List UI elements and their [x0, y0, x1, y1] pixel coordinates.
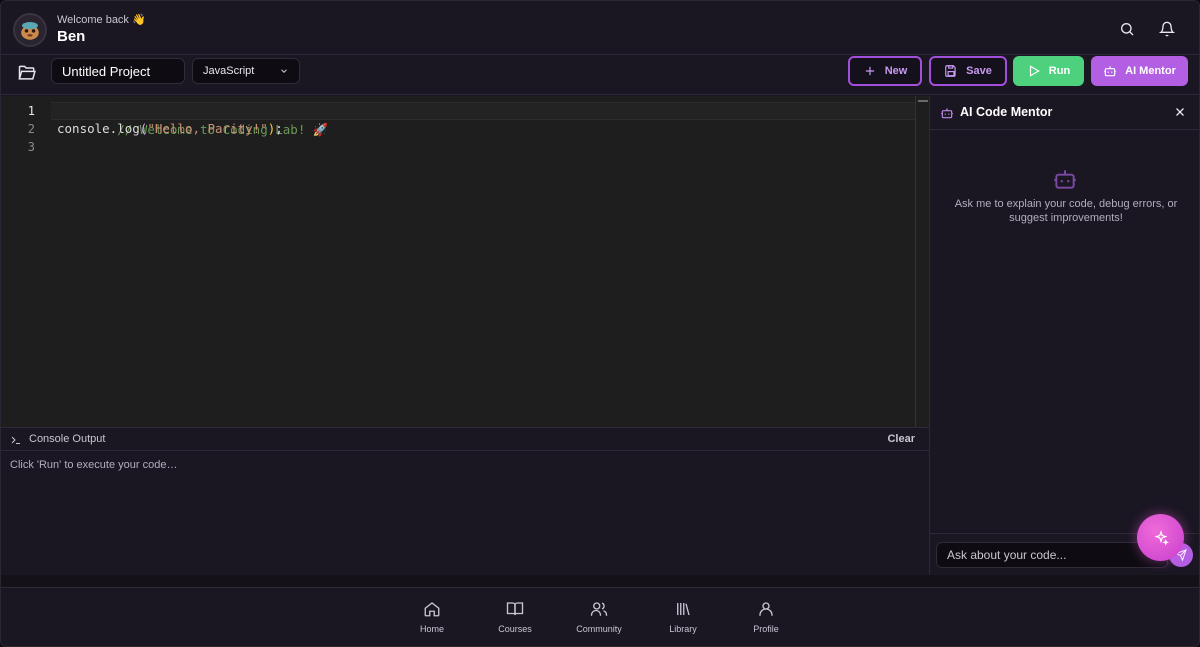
nav-item-courses[interactable]: Courses — [480, 600, 550, 634]
line-number: 3 — [27, 140, 35, 154]
nav-label: Home — [419, 624, 444, 634]
nav-label: Courses — [498, 624, 532, 634]
username: Ben — [57, 28, 86, 45]
robot-icon — [1054, 170, 1076, 189]
code-string: "Hello, Parity!" — [147, 121, 268, 136]
code-line[interactable]: console.log("Hello, Parity!"); — [57, 120, 915, 138]
save-button-label: Save — [966, 65, 992, 77]
language-select-value: JavaScript — [203, 65, 255, 77]
sparkles-icon — [1153, 529, 1169, 546]
robot-icon — [1104, 66, 1116, 77]
book-icon — [506, 602, 524, 616]
console-title: Console Output — [29, 433, 106, 445]
avatar-image — [15, 15, 45, 45]
app-window: Welcome back 👋 Ben JavaScript New — [0, 0, 1200, 647]
editor-scrollbar[interactable] — [915, 96, 929, 427]
clear-console-button[interactable]: Clear — [887, 433, 915, 445]
console-header: Console Output Clear — [1, 427, 929, 451]
terminal-icon — [11, 436, 20, 444]
bottom-navigation: Home Courses Community Library Profile — [1, 587, 1199, 646]
top-header: Welcome back 👋 Ben — [1, 1, 1199, 55]
nav-item-library[interactable]: Library — [648, 600, 718, 634]
ai-panel-header: AI Code Mentor — [930, 96, 1199, 130]
ai-mentor-panel: AI Code Mentor Ask me to explain your co… — [929, 96, 1199, 575]
editor-toolbar: JavaScript New Save Run — [1, 55, 1199, 95]
scrollbar-thumb[interactable] — [918, 100, 928, 102]
ai-mentor-button[interactable]: AI Mentor — [1091, 56, 1188, 86]
chevron-down-icon — [281, 69, 287, 73]
project-name-input[interactable] — [51, 58, 185, 84]
new-button[interactable]: New — [848, 56, 922, 86]
ai-assistant-fab[interactable] — [1137, 514, 1184, 561]
new-button-label: New — [884, 65, 908, 77]
code-identifier: console.log — [57, 121, 140, 136]
folder-open-icon[interactable] — [17, 63, 37, 83]
save-button[interactable]: Save — [929, 56, 1007, 86]
avatar[interactable] — [13, 13, 47, 47]
user-icon — [759, 602, 773, 616]
nav-item-home[interactable]: Home — [397, 600, 467, 634]
nav-item-community[interactable]: Community — [564, 600, 634, 634]
ai-panel-title: AI Code Mentor — [960, 105, 1053, 119]
code-semicolon: ; — [275, 121, 283, 136]
plus-icon — [865, 66, 874, 76]
nav-label: Community — [576, 624, 622, 634]
language-select[interactable]: JavaScript — [192, 58, 300, 84]
run-button-label: Run — [1048, 65, 1071, 77]
code-editor[interactable]: 1 2 3 // Welcome to Coding Lab! 🚀 consol… — [1, 96, 929, 427]
nav-label: Profile — [753, 624, 779, 634]
line-number: 1 — [27, 104, 35, 118]
ai-mentor-button-label: AI Mentor — [1125, 65, 1176, 77]
bell-icon[interactable] — [1159, 21, 1175, 37]
line-number-gutter: 1 2 3 — [1, 102, 47, 156]
ai-empty-state-text: Ask me to explain your code, debug error… — [954, 198, 1178, 224]
welcome-text: Welcome back 👋 — [57, 14, 146, 26]
home-icon — [424, 602, 440, 617]
code-area[interactable]: // Welcome to Coding Lab! 🚀 console.log(… — [51, 102, 925, 156]
console-output-text: Click 'Run' to execute your code… — [10, 459, 178, 471]
users-icon — [590, 602, 608, 616]
close-icon[interactable] — [1174, 106, 1186, 118]
code-line[interactable]: // Welcome to Coding Lab! 🚀 — [51, 102, 925, 137]
play-icon — [1029, 65, 1040, 77]
library-icon — [677, 603, 690, 616]
nav-item-profile[interactable]: Profile — [731, 600, 801, 634]
ai-question-input[interactable] — [936, 542, 1168, 568]
code-line[interactable] — [57, 138, 915, 156]
robot-icon — [941, 108, 953, 119]
line-number: 2 — [27, 122, 35, 136]
bottom-divider — [1, 575, 1199, 587]
nav-label: Library — [669, 624, 697, 634]
run-button[interactable]: Run — [1013, 56, 1084, 86]
search-icon[interactable] — [1119, 21, 1135, 37]
console-output: Click 'Run' to execute your code… — [1, 451, 929, 575]
save-icon — [945, 65, 956, 77]
